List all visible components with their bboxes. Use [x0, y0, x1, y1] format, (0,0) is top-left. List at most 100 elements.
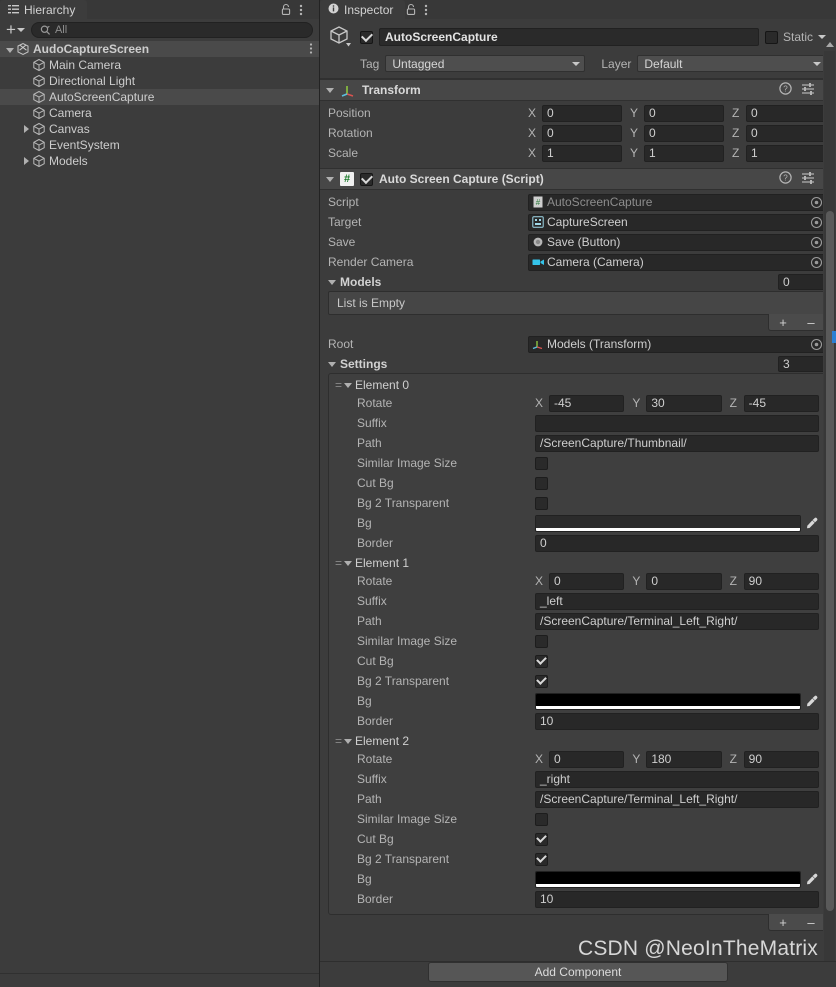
element-1-rotate-z-input[interactable]: 90 — [744, 573, 819, 590]
foldout-arrow-icon[interactable] — [328, 362, 336, 367]
gameobject-name-input[interactable]: AutoScreenCapture — [379, 28, 759, 46]
element-0-path-input[interactable]: /ScreenCapture/Thumbnail/ — [535, 435, 819, 452]
static-checkbox[interactable] — [765, 31, 778, 44]
settings-add-button[interactable]: + — [769, 915, 797, 930]
hierarchy-item-canvas[interactable]: Canvas — [0, 121, 319, 137]
element-2-rotate-z-input[interactable]: 90 — [744, 751, 819, 768]
hierarchy-item-models[interactable]: Models — [0, 153, 319, 169]
help-icon[interactable]: ? — [779, 171, 792, 187]
tab-inspector[interactable]: Inspector — [320, 0, 405, 19]
drag-handle-icon[interactable]: = — [335, 379, 341, 391]
hierarchy-item-eventsystem[interactable]: EventSystem — [0, 137, 319, 153]
models-foldout[interactable]: Models 0 — [328, 273, 826, 291]
scale-y-input[interactable]: 1 — [644, 145, 724, 162]
inspector-body[interactable]: AutoScreenCapture Static Tag Untagged La… — [320, 19, 836, 987]
element-2-bg2transparent-checkbox[interactable] — [535, 853, 548, 866]
scrollbar-thumb[interactable] — [826, 211, 834, 911]
preset-icon[interactable] — [801, 171, 815, 187]
help-icon[interactable]: ? — [779, 82, 792, 98]
position-x-input[interactable]: 0 — [542, 105, 622, 122]
element-1-border-input[interactable]: 10 — [535, 713, 819, 730]
element-1-cut-bg-checkbox[interactable] — [535, 655, 548, 668]
element-0-border-input[interactable]: 0 — [535, 535, 819, 552]
models-count-input[interactable]: 0 — [778, 274, 826, 290]
object-picker-icon[interactable] — [810, 338, 823, 351]
hierarchy-item-main-camera[interactable]: Main Camera — [0, 57, 319, 73]
kebab-menu-icon[interactable] — [424, 3, 436, 17]
element-1-rotate-x-input[interactable]: 0 — [549, 573, 624, 590]
lock-icon[interactable] — [280, 3, 292, 17]
element-0-bg2transparent-checkbox[interactable] — [535, 497, 548, 510]
component-enabled-checkbox[interactable] — [360, 173, 373, 186]
object-picker-icon[interactable] — [810, 236, 823, 249]
tag-dropdown[interactable]: Untagged — [385, 55, 585, 72]
scroll-up-arrow-icon[interactable] — [823, 38, 836, 51]
object-picker-icon[interactable] — [810, 196, 823, 209]
element-0-rotate-y-input[interactable]: 30 — [646, 395, 721, 412]
foldout-arrow-icon[interactable] — [328, 280, 336, 285]
search-input[interactable]: All — [31, 22, 313, 38]
settings-foldout[interactable]: Settings 3 — [328, 355, 826, 373]
eyedropper-icon[interactable] — [803, 695, 819, 708]
element-1-rotate-y-input[interactable]: 0 — [646, 573, 721, 590]
target-object-field[interactable]: CaptureScreen — [528, 214, 826, 231]
element-1-similar-image-size-checkbox[interactable] — [535, 635, 548, 648]
rotation-z-input[interactable]: 0 — [746, 125, 826, 142]
render-camera-object-field[interactable]: Camera (Camera) — [528, 254, 826, 271]
object-picker-icon[interactable] — [810, 256, 823, 269]
element-0-similar-image-size-checkbox[interactable] — [535, 457, 548, 470]
hierarchy-tree[interactable]: AudoCaptureScreenMain CameraDirectional … — [0, 41, 319, 973]
rotation-x-input[interactable]: 0 — [542, 125, 622, 142]
element-2-path-input[interactable]: /ScreenCapture/Terminal_Left_Right/ — [535, 791, 819, 808]
element-0-rotate-x-input[interactable]: -45 — [549, 395, 624, 412]
element-2-rotate-x-input[interactable]: 0 — [549, 751, 624, 768]
drag-handle-icon[interactable]: = — [335, 557, 341, 569]
kebab-menu-icon[interactable] — [299, 3, 311, 17]
element-2-rotate-y-input[interactable]: 180 — [646, 751, 721, 768]
element-2-header[interactable]: =Element 2 — [335, 732, 819, 750]
layer-dropdown[interactable]: Default — [637, 55, 826, 72]
element-2-bg-color-field[interactable] — [535, 871, 801, 888]
element-1-header[interactable]: =Element 1 — [335, 554, 819, 572]
create-gameobject-button[interactable]: + — [4, 23, 27, 37]
component-header-transform[interactable]: Transform ? — [320, 79, 836, 101]
foldout-arrow-icon[interactable] — [4, 42, 16, 56]
element-2-similar-image-size-checkbox[interactable] — [535, 813, 548, 826]
static-toggle[interactable]: Static — [765, 30, 826, 44]
element-1-path-input[interactable]: /ScreenCapture/Terminal_Left_Right/ — [535, 613, 819, 630]
position-z-input[interactable]: 0 — [746, 105, 826, 122]
save-object-field[interactable]: Save (Button) — [528, 234, 826, 251]
element-2-border-input[interactable]: 10 — [535, 891, 819, 908]
preset-icon[interactable] — [801, 82, 815, 98]
eyedropper-icon[interactable] — [803, 517, 819, 530]
element-0-suffix-input[interactable] — [535, 415, 819, 432]
element-0-header[interactable]: =Element 0 — [335, 376, 819, 394]
script-object-field[interactable]: #AutoScreenCapture — [528, 194, 826, 211]
inspector-scrollbar[interactable] — [823, 38, 836, 987]
drag-handle-icon[interactable]: = — [335, 735, 341, 747]
position-y-input[interactable]: 0 — [644, 105, 724, 122]
gameobject-enabled-checkbox[interactable] — [360, 31, 373, 44]
hierarchy-item-directional-light[interactable]: Directional Light — [0, 73, 319, 89]
element-0-rotate-z-input[interactable]: -45 — [744, 395, 819, 412]
element-1-suffix-input[interactable]: _left — [535, 593, 819, 610]
foldout-arrow-icon[interactable] — [326, 177, 334, 182]
models-remove-button[interactable]: – — [797, 315, 825, 330]
models-add-button[interactable]: + — [769, 315, 797, 330]
hierarchy-item-autoscreencapture[interactable]: AutoScreenCapture — [0, 89, 319, 105]
component-header-auto-screen-capture[interactable]: # Auto Screen Capture (Script) ? — [320, 168, 836, 190]
lock-icon[interactable] — [405, 3, 417, 17]
element-2-suffix-input[interactable]: _right — [535, 771, 819, 788]
tab-hierarchy[interactable]: Hierarchy — [0, 0, 87, 19]
element-0-cut-bg-checkbox[interactable] — [535, 477, 548, 490]
add-component-button[interactable]: Add Component — [428, 962, 728, 982]
foldout-arrow-icon[interactable] — [20, 154, 32, 168]
hierarchy-item-audocapturescreen[interactable]: AudoCaptureScreen — [0, 41, 319, 57]
rotation-y-input[interactable]: 0 — [644, 125, 724, 142]
root-object-field[interactable]: Models (Transform) — [528, 336, 826, 353]
foldout-arrow-icon[interactable] — [344, 383, 352, 388]
element-2-cut-bg-checkbox[interactable] — [535, 833, 548, 846]
element-1-bg2transparent-checkbox[interactable] — [535, 675, 548, 688]
foldout-arrow-icon[interactable] — [326, 88, 334, 93]
eyedropper-icon[interactable] — [803, 873, 819, 886]
